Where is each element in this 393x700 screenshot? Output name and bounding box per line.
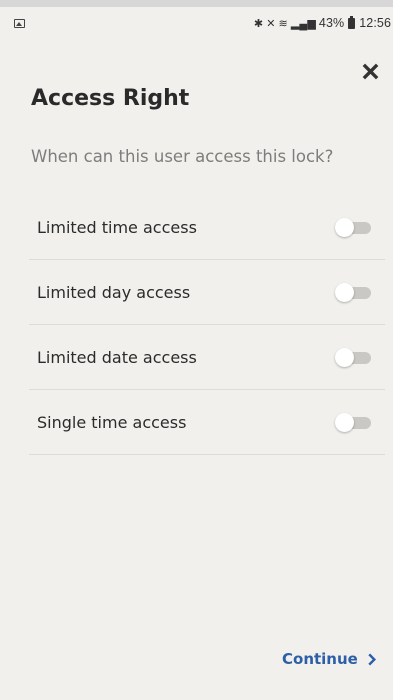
continue-button[interactable]: Continue — [282, 650, 377, 668]
option-label: Limited day access — [37, 282, 191, 302]
chevron-right-icon — [367, 653, 377, 666]
limited-time-access-toggle[interactable] — [335, 217, 371, 237]
signal-icon: ▂▄▆ — [290, 17, 316, 30]
clock: 12:56 — [359, 16, 391, 30]
toggle-knob — [335, 218, 354, 237]
continue-label: Continue — [282, 650, 358, 668]
battery-icon — [348, 15, 356, 29]
single-time-access-toggle[interactable] — [335, 412, 371, 432]
toggle-knob — [335, 283, 354, 302]
close-icon — [361, 62, 380, 85]
option-label: Limited time access — [37, 217, 197, 237]
mute-icon: ✕ — [266, 17, 276, 30]
status-bar: ✱ ✕ ≋ ▂▄▆ 43% 12:56 — [0, 7, 393, 39]
gallery-icon — [14, 18, 25, 28]
option-label: Single time access — [37, 412, 187, 432]
page-title: Access Right — [31, 86, 190, 111]
toggle-knob — [335, 413, 354, 432]
option-limited-date-access[interactable]: Limited date access — [29, 325, 385, 390]
battery-percent: 43% — [318, 16, 345, 30]
option-limited-day-access[interactable]: Limited day access — [29, 260, 385, 325]
option-limited-time-access[interactable]: Limited time access — [29, 195, 385, 260]
access-question: When can this user access this lock? — [31, 147, 334, 166]
bluetooth-icon: ✱ — [253, 17, 264, 30]
option-single-time-access[interactable]: Single time access — [29, 390, 385, 455]
wifi-icon: ≋ — [278, 17, 288, 30]
option-label: Limited date access — [37, 347, 197, 367]
limited-day-access-toggle[interactable] — [335, 282, 371, 302]
access-options-list: Limited time access Limited day access L… — [29, 195, 385, 455]
close-button[interactable] — [353, 56, 387, 90]
limited-date-access-toggle[interactable] — [335, 347, 371, 367]
status-left — [14, 18, 25, 28]
top-strip — [0, 0, 393, 7]
toggle-knob — [335, 348, 354, 367]
status-right: ✱ ✕ ≋ ▂▄▆ 43% 12:56 — [253, 15, 391, 30]
